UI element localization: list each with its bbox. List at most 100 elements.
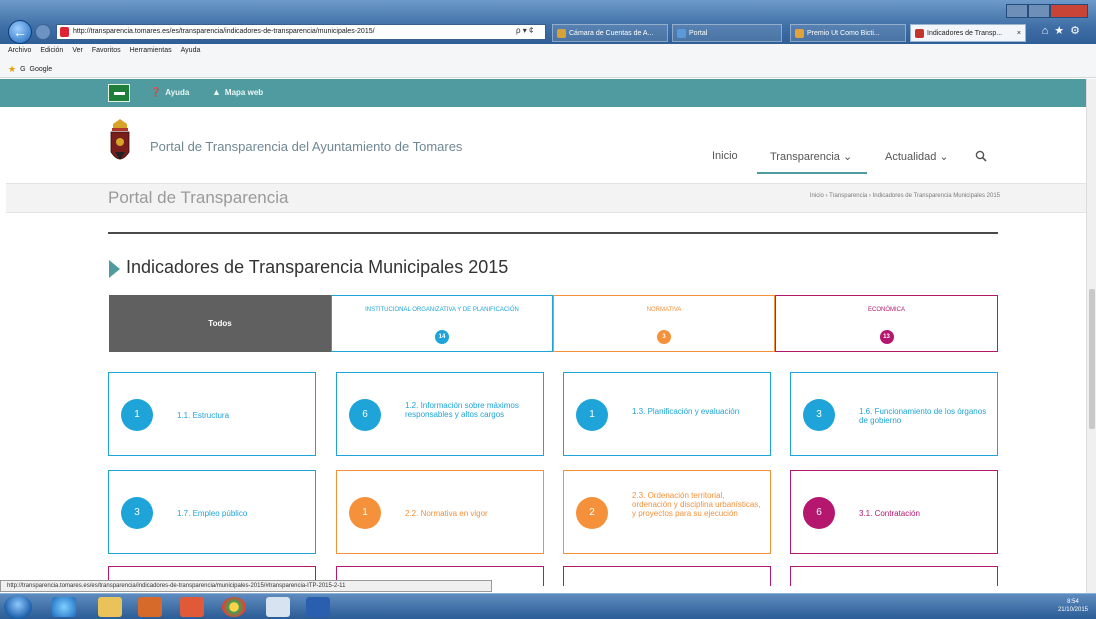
indicator-card-2-3[interactable]: 2 2.3. Ordenación territorial, ordenació… [563,470,771,554]
menu-favoritos[interactable]: Favoritos [92,47,121,54]
address-bar[interactable]: http://transparencia.tomares.es/es/trans… [56,24,546,40]
tab-label: Cámara de Cuentas de A... [569,30,654,37]
help-label: Ayuda [165,88,190,97]
favorites-google-icon: G [20,66,26,73]
breadcrumb[interactable]: Inicio › Transparencia › Indicadores de … [810,193,1000,199]
indicator-count-badge: 3 [803,399,835,431]
category-label: INSTITUCIONAL ORGANIZATIVA Y DE PLANIFIC… [365,307,519,313]
tab-favicon-icon [557,29,566,38]
indicator-count-badge: 6 [349,399,381,431]
title-bar: ← http://transparencia.tomares.es/es/tra… [0,0,1096,44]
search-icon[interactable] [975,150,987,162]
indicator-card-1-7[interactable]: 3 1.7. Empleo público [108,470,316,554]
category-count-badge: 13 [879,330,894,344]
title-arrow-icon [109,260,120,278]
chrome-icon[interactable] [222,597,246,617]
category-label: Todos [208,319,232,328]
category-count-badge: 3 [657,330,671,344]
back-button[interactable]: ← [8,20,32,44]
system-clock[interactable]: 8:54 21/10/2015 [1058,598,1088,614]
vertical-scrollbar[interactable] [1086,79,1096,593]
menu-herramientas[interactable]: Herramientas [130,47,172,54]
nav-inicio[interactable]: Inicio [712,150,738,162]
tab-favicon-icon [795,29,804,38]
indicator-card-3-1[interactable]: 6 3.1. Contratación [790,470,998,554]
indicator-count-badge: 1 [349,497,381,529]
tab-label: Indicadores de Transp... [927,30,1003,37]
favorites-bar: ★ G Google [8,64,52,75]
maximize-button[interactable] [1028,4,1050,18]
app-window-icon[interactable] [266,597,290,617]
category-count-badge: 14 [435,330,449,344]
close-window-button[interactable] [1050,4,1088,18]
scrollbar-thumb[interactable] [1089,289,1095,429]
minimize-button[interactable] [1006,4,1028,18]
paint-icon[interactable] [180,597,204,617]
tomares-coat-of-arms-icon[interactable] [109,118,131,168]
indicator-count-badge: 1 [121,399,153,431]
site-favicon-icon [60,27,69,37]
indicator-card-partial[interactable] [790,566,998,586]
category-label: ECONÓMICA [867,307,905,313]
menu-items: Archivo Edición Ver Favoritos Herramient… [8,47,200,54]
indicator-label: 1.2. Información sobre máximos responsab… [405,401,519,419]
tab-indicadores[interactable]: Indicadores de Transp... × [910,24,1026,42]
indicator-count-badge: 6 [803,497,835,529]
favorite-google-link[interactable]: Google [30,66,53,73]
indicator-label: 1.3. Planificación y evaluación [632,407,740,416]
media-player-icon[interactable] [138,597,162,617]
indicator-card-1-1[interactable]: 1 1.1. Estructura [108,372,316,456]
clock-time: 8:54 [1067,599,1079,605]
category-tab-institucional[interactable]: INSTITUCIONAL ORGANIZATIVA Y DE PLANIFIC… [331,295,553,352]
window-controls [1006,4,1088,18]
tab-portal[interactable]: Portal [672,24,782,42]
help-link[interactable]: ❓ Ayuda [150,87,189,98]
word-icon[interactable] [306,597,330,617]
address-url: http://transparencia.tomares.es/es/trans… [73,28,375,35]
indicator-label: 3.1. Contratación [859,509,920,518]
internet-explorer-icon[interactable] [52,597,76,617]
category-tab-todos[interactable]: Todos [109,295,331,352]
indicator-card-1-6[interactable]: 3 1.6. Funcionamiento de los órganos de … [790,372,998,456]
indicator-count-badge: 2 [576,497,608,529]
indicator-card-1-3[interactable]: 1 1.3. Planificación y evaluación [563,372,771,456]
forward-button[interactable] [35,24,51,40]
indicator-label: 2.2. Normativa en vigor [405,509,488,518]
indicator-label: 2.3. Ordenación territorial, ordenación … [632,491,761,518]
category-tab-economica[interactable]: ECONÓMICA 13 [775,295,998,352]
tab-favicon-icon [915,29,924,38]
junta-logo-icon[interactable] [108,84,130,102]
sitemap-icon: ▲ [212,87,221,97]
file-explorer-icon[interactable] [98,597,122,617]
indicator-label: 1.6. Funcionamiento de los órganos de go… [859,407,987,425]
indicator-card-2-2[interactable]: 1 2.2. Normativa en vigor [336,470,544,554]
sitemap-link[interactable]: ▲ Mapa web [212,87,263,97]
portal-title[interactable]: Portal de Transparencia del Ayuntamiento… [150,139,462,154]
nav-actualidad[interactable]: Actualidad ⌄ [885,150,949,163]
address-tools[interactable]: ρ ▾ ¢ [516,26,533,35]
menu-ayuda[interactable]: Ayuda [181,47,201,54]
indicator-label: 1.1. Estructura [177,411,230,420]
indicator-card-partial[interactable] [563,566,771,586]
menu-edicion[interactable]: Edición [40,47,63,54]
menu-ver[interactable]: Ver [72,47,83,54]
nav-transparencia[interactable]: Transparencia ⌄ [770,150,852,163]
indicator-card-1-2[interactable]: 6 1.2. Información sobre máximos respons… [336,372,544,456]
indicator-count-badge: 3 [121,497,153,529]
site-top-bar: ❓ Ayuda ▲ Mapa web [0,79,1096,107]
category-tab-normativa[interactable]: NORMATIVA 3 [553,295,775,352]
tab-label: Portal [689,30,708,37]
status-bar-url: http://transparencia.tomares.es/es/trans… [0,580,492,592]
menu-archivo[interactable]: Archivo [8,47,31,54]
windows-taskbar: 8:54 21/10/2015 [0,593,1096,619]
start-button[interactable] [4,595,32,619]
home-favorites-tools-icons[interactable]: ⌂★⚙ [1042,24,1086,37]
favorites-star-icon[interactable]: ★ [8,64,16,75]
tab-camara-cuentas[interactable]: Cámara de Cuentas de A... [552,24,668,42]
category-label: NORMATIVA [646,307,682,313]
page-title: Indicadores de Transparencia Municipales… [126,257,509,277]
tab-favicon-icon [677,29,686,38]
tab-close-icon[interactable]: × [1017,25,1021,41]
tab-premio[interactable]: Premio Ut Como Bicti... [790,24,906,42]
section-divider [108,232,998,234]
